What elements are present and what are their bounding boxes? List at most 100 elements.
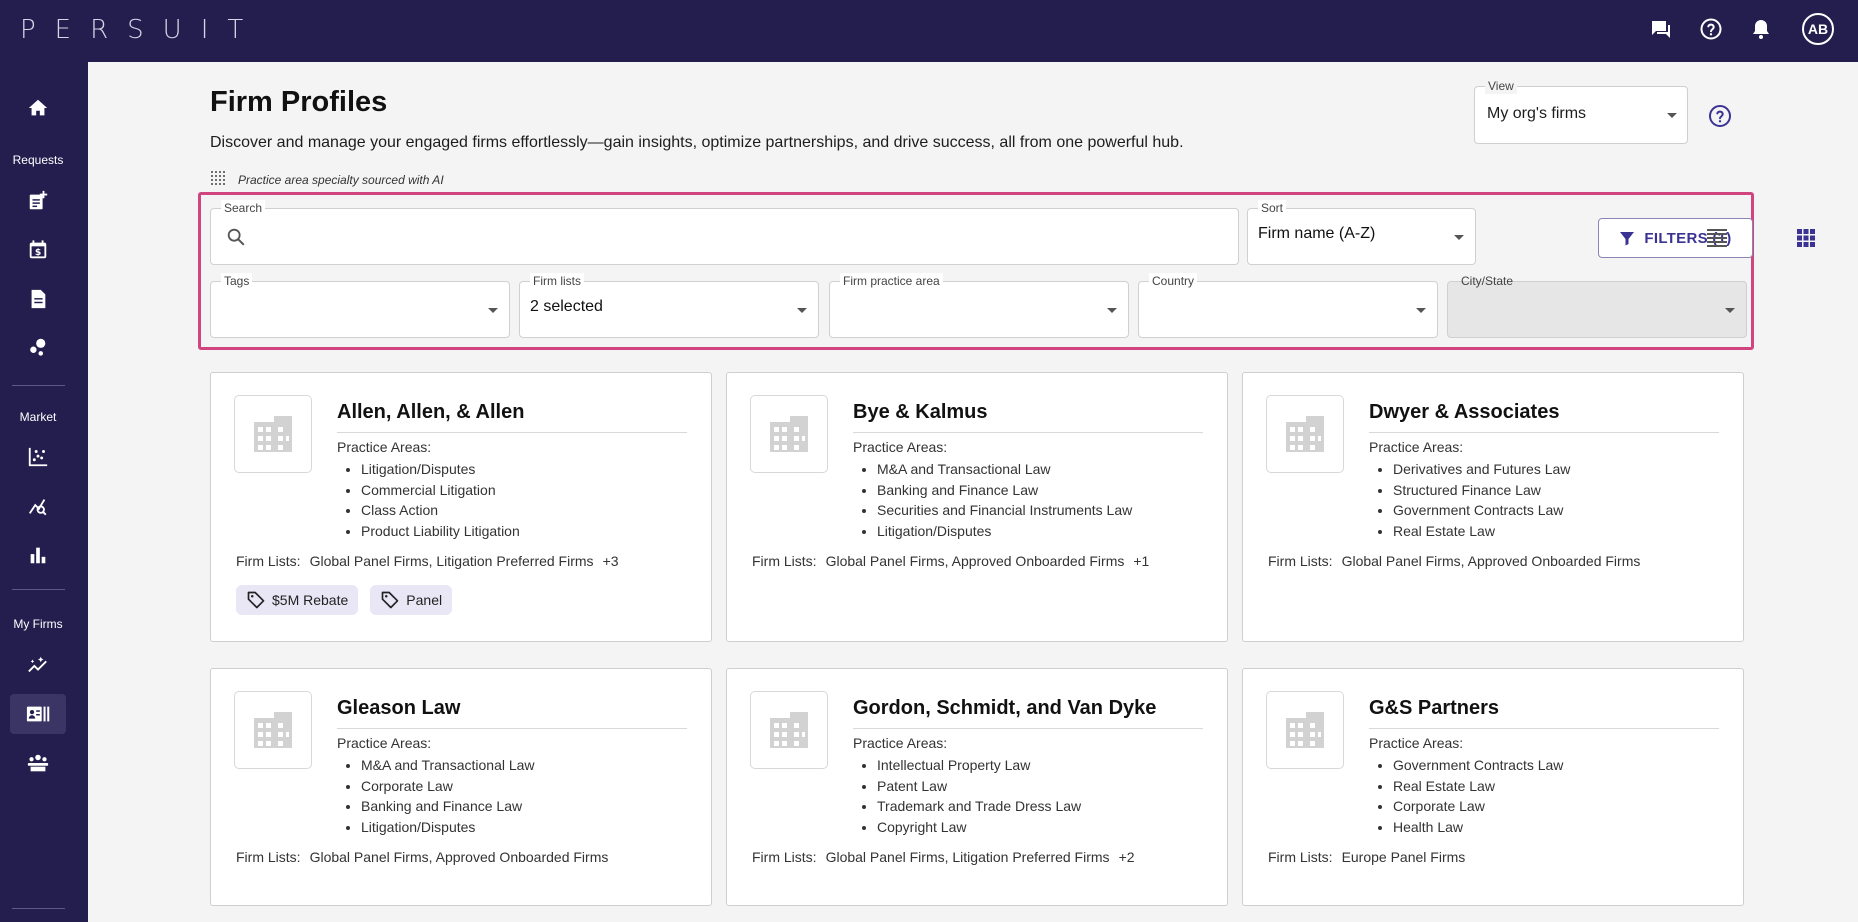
firm-name[interactable]: G&S Partners: [1369, 697, 1719, 729]
sort-value: Firm name (A-Z): [1258, 225, 1376, 242]
analytics-search-icon[interactable]: [10, 486, 66, 526]
firm-lists-values: Global Panel Firms, Litigation Preferred…: [309, 553, 594, 569]
scatter-chart-icon[interactable]: [10, 437, 66, 477]
practice-area-item: Intellectual Property Law: [877, 755, 1081, 776]
view-select[interactable]: View My org's firms: [1474, 78, 1688, 144]
firm-lists-more[interactable]: +3: [603, 553, 619, 569]
tags-select[interactable]: Tags: [210, 273, 510, 338]
practice-area-item: Corporate Law: [361, 776, 535, 797]
firm-name[interactable]: Bye & Kalmus: [853, 401, 1203, 433]
firm-lists-row: Firm Lists: Global Panel Firms, Litigatio…: [752, 849, 1135, 865]
practice-area-item: Banking and Finance Law: [877, 480, 1132, 501]
firm-lists-more[interactable]: +1: [1133, 553, 1149, 569]
firm-name[interactable]: Gleason Law: [337, 697, 687, 729]
firm-card[interactable]: Bye & Kalmus Practice Areas: M&A and Tra…: [726, 372, 1228, 642]
firm-lists-row: Firm Lists: Global Panel Firms, Litigatio…: [236, 553, 619, 569]
sidebar-section-market: Market: [19, 410, 57, 424]
notification-bell-icon[interactable]: [1746, 14, 1776, 44]
sort-label: Sort: [1258, 200, 1287, 216]
ai-note: Practice area specialty sourced with AI: [210, 170, 444, 189]
chevron-down-icon: [1667, 113, 1677, 118]
search-label: Search: [221, 200, 266, 216]
insights-trend-icon[interactable]: [10, 645, 66, 685]
firm-lists-label: Firm lists: [530, 273, 584, 289]
page-help-icon[interactable]: [1708, 104, 1732, 133]
search-field[interactable]: Search: [210, 200, 1239, 265]
bar-chart-icon[interactable]: [10, 535, 66, 575]
firm-lists-row: Firm Lists: Europe Panel Firms: [1268, 849, 1465, 865]
filter-panel: Search Sort Firm name (A-Z) FILTERS (1) …: [198, 192, 1815, 350]
sidebar-divider: [12, 385, 65, 386]
practice-areas-label: Practice Areas:: [853, 735, 948, 751]
firm-card[interactable]: Allen, Allen, & Allen Practice Areas: Li…: [210, 372, 712, 642]
firm-name[interactable]: Dwyer & Associates: [1369, 401, 1719, 433]
firm-lists-more[interactable]: +2: [1119, 849, 1135, 865]
firm-lists-label: Firm Lists:: [1268, 553, 1333, 569]
practice-area-item: Litigation/Disputes: [361, 817, 535, 838]
tag-chip[interactable]: $5M Rebate: [236, 585, 359, 615]
firm-card[interactable]: Dwyer & Associates Practice Areas: Deriv…: [1242, 372, 1744, 642]
svg-text:$: $: [35, 247, 41, 258]
practice-area-item: Patent Law: [877, 776, 1081, 797]
calendar-billing-icon[interactable]: $: [10, 230, 66, 270]
firm-lists-label: Firm Lists:: [236, 849, 301, 865]
persuit-logo[interactable]: PERSUIT: [20, 15, 262, 45]
practice-area-item: Product Liability Litigation: [361, 521, 520, 542]
firm-lists-row: Firm Lists: Global Panel Firms, Approved …: [1268, 553, 1640, 569]
practice-areas-label: Practice Areas:: [853, 439, 948, 455]
chevron-down-icon: [1725, 308, 1735, 313]
top-bar: PERSUIT AB: [0, 0, 1858, 62]
list-view-icon[interactable]: [1704, 225, 1730, 251]
practice-area-item: Health Law: [1393, 817, 1563, 838]
sidebar-section-requests: Requests: [12, 153, 64, 167]
new-request-icon[interactable]: [10, 181, 66, 221]
ai-dots-icon: [210, 170, 226, 189]
document-icon[interactable]: [10, 279, 66, 319]
firm-logo: [1266, 691, 1344, 769]
firm-logo: [750, 691, 828, 769]
home-icon[interactable]: [10, 88, 66, 128]
practice-areas-list: Litigation/DisputesCommercial Litigation…: [361, 459, 520, 541]
chat-icon[interactable]: [1646, 14, 1676, 44]
city-state-select[interactable]: City/State: [1447, 274, 1747, 338]
tag-chip[interactable]: Panel: [370, 585, 453, 615]
firm-lists-values: Global Panel Firms, Approved Onboarded F…: [309, 849, 609, 865]
search-input[interactable]: [257, 223, 1217, 251]
firm-card[interactable]: G&S Partners Practice Areas: Government …: [1242, 668, 1744, 906]
practice-area-item: Government Contracts Law: [1393, 755, 1563, 776]
filter-funnel-icon: [1620, 232, 1635, 246]
firm-lists-select[interactable]: Firm lists 2 selected: [519, 273, 819, 338]
firm-lists-values: Europe Panel Firms: [1341, 849, 1466, 865]
firm-logo: [1266, 395, 1344, 473]
firm-name[interactable]: Gordon, Schmidt, and Van Dyke: [853, 697, 1203, 729]
help-icon[interactable]: [1696, 14, 1726, 44]
practice-area-item: Government Contracts Law: [1393, 500, 1570, 521]
view-label: View: [1485, 78, 1517, 94]
sort-select[interactable]: Sort Firm name (A-Z): [1247, 200, 1476, 265]
firm-profiles-icon[interactable]: [10, 694, 66, 734]
practice-area-label: Firm practice area: [840, 273, 943, 289]
sidebar-divider: [12, 908, 65, 909]
firm-card[interactable]: Gordon, Schmidt, and Van Dyke Practice A…: [726, 668, 1228, 906]
firm-lists-label: Firm Lists:: [752, 553, 817, 569]
chevron-down-icon: [1416, 308, 1426, 313]
building-icon: [1286, 416, 1324, 452]
practice-area-select[interactable]: Firm practice area: [829, 273, 1129, 338]
grid-view-icon[interactable]: [1793, 225, 1819, 251]
practice-area-item: Litigation/Disputes: [877, 521, 1132, 542]
user-avatar[interactable]: AB: [1802, 13, 1834, 45]
team-icon[interactable]: [10, 743, 66, 783]
chevron-down-icon: [1454, 235, 1464, 240]
firm-lists-values: Global Panel Firms, Litigation Preferred…: [825, 849, 1110, 865]
firm-name[interactable]: Allen, Allen, & Allen: [337, 401, 687, 433]
country-select[interactable]: Country: [1138, 273, 1438, 338]
chevron-down-icon: [797, 308, 807, 313]
practice-areas-list: M&A and Transactional LawCorporate LawBa…: [361, 755, 535, 837]
firm-card[interactable]: Gleason Law Practice Areas: M&A and Tran…: [210, 668, 712, 906]
bubbles-icon[interactable]: [10, 327, 66, 367]
firm-logo: [750, 395, 828, 473]
firm-lists-values: Global Panel Firms, Approved Onboarded F…: [1341, 553, 1641, 569]
practice-area-item: Real Estate Law: [1393, 776, 1563, 797]
practice-areas-label: Practice Areas:: [1369, 439, 1464, 455]
tag-icon: [381, 591, 399, 609]
